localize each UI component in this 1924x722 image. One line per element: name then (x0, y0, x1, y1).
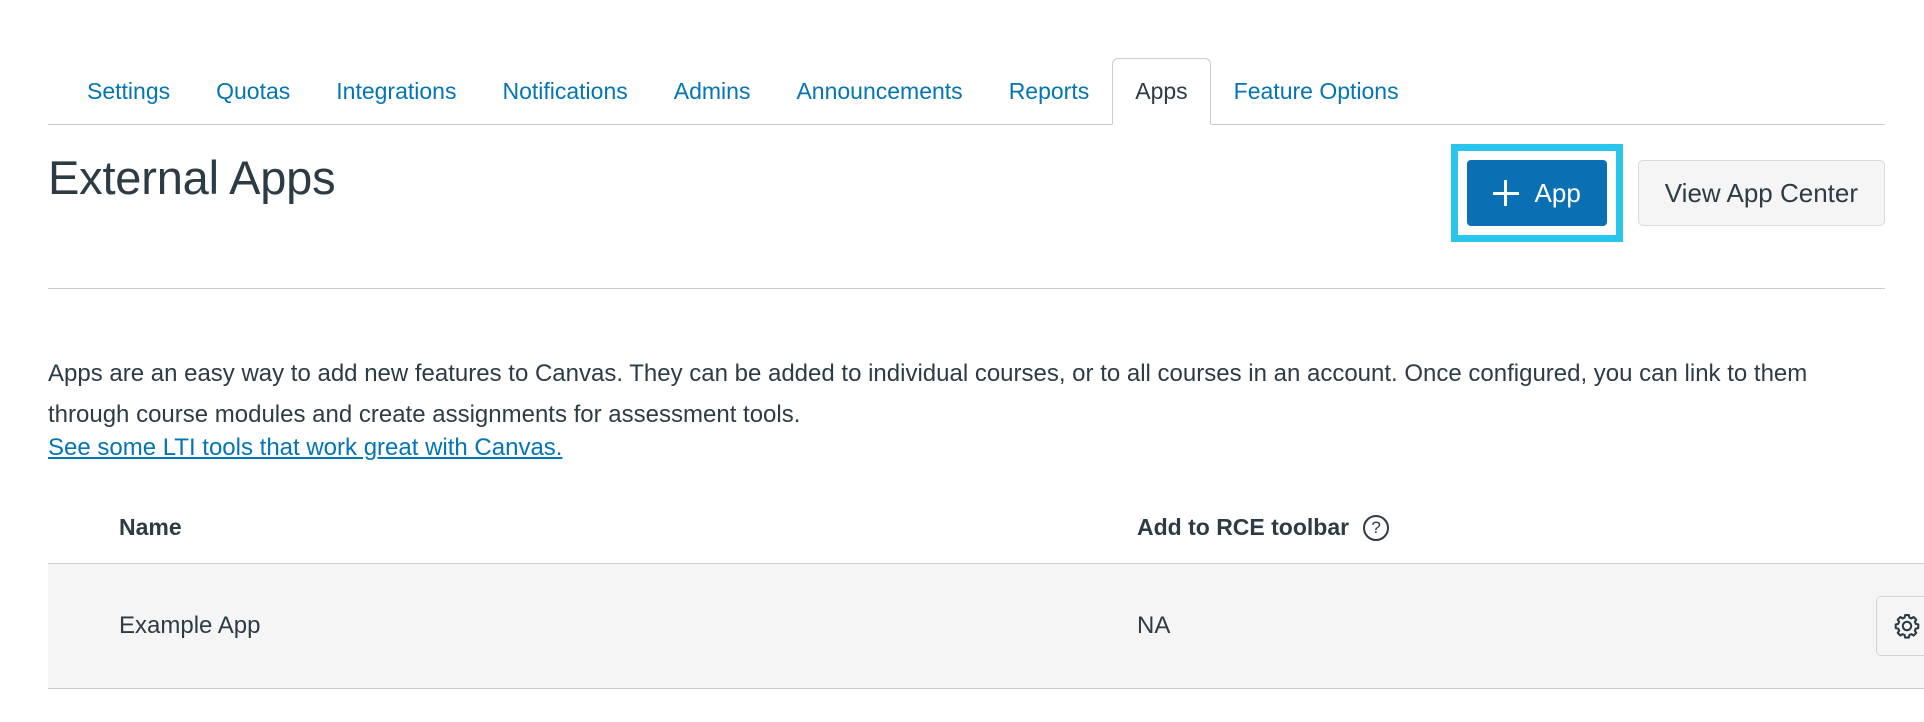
plus-icon (1492, 180, 1519, 206)
apps-description: Apps are an easy way to add new features… (48, 360, 1808, 428)
tab-settings[interactable]: Settings (64, 58, 193, 124)
add-app-highlight-annotation: App (1450, 144, 1623, 242)
add-app-button-label: App (1534, 178, 1581, 208)
tab-notifications[interactable]: Notifications (479, 58, 650, 124)
page-header: External Apps App View App Center (48, 144, 1885, 242)
tab-label: Quotas (216, 78, 291, 104)
tab-label: Admins (673, 78, 751, 104)
tab-label: Feature Options (1233, 78, 1399, 104)
cell-app-name: Example App (48, 563, 1119, 689)
tab-integrations[interactable]: Integrations (313, 58, 479, 124)
tab-label: Reports (1008, 78, 1090, 104)
tab-label: Settings (87, 78, 171, 104)
table-header-row: Name Add to RCE toolbar ? (48, 500, 1924, 564)
lti-tools-link[interactable]: See some LTI tools that work great with … (48, 434, 562, 462)
view-app-center-button[interactable]: View App Center (1637, 160, 1885, 226)
tab-list: Settings Quotas Integrations Notificatio… (48, 58, 1885, 125)
help-circle-icon[interactable]: ? (1363, 514, 1390, 541)
table-row: Example App NA (48, 563, 1924, 689)
tab-feature-options[interactable]: Feature Options (1211, 58, 1422, 124)
page-title: External Apps (48, 151, 336, 204)
tab-admins[interactable]: Admins (651, 58, 774, 124)
header-divider (48, 288, 1885, 289)
column-header-name: Name (48, 500, 1119, 564)
account-settings-tabbar: Settings Quotas Integrations Notificatio… (48, 58, 1885, 125)
tab-announcements[interactable]: Announcements (773, 58, 985, 124)
tab-reports[interactable]: Reports (986, 58, 1113, 124)
tab-label: Apps (1135, 78, 1188, 104)
app-settings-menu-button[interactable] (1876, 596, 1924, 656)
column-header-rce-label: Add to RCE toolbar (1137, 514, 1350, 540)
tab-quotas[interactable]: Quotas (193, 58, 313, 124)
view-app-center-label: View App Center (1664, 178, 1858, 208)
column-header-name-label: Name (119, 514, 182, 540)
cell-row-actions (1737, 563, 1924, 689)
tab-label: Notifications (502, 78, 628, 104)
column-header-rce: Add to RCE toolbar ? (1119, 500, 1737, 564)
column-header-rce-inner: Add to RCE toolbar ? (1137, 514, 1390, 541)
gear-icon (1894, 613, 1919, 639)
column-header-actions (1737, 500, 1924, 564)
tab-label: Announcements (796, 78, 963, 104)
cell-rce-value: NA (1119, 563, 1737, 689)
external-apps-table: Name Add to RCE toolbar ? Example App NA (48, 500, 1924, 689)
add-app-button[interactable]: App (1466, 160, 1607, 226)
table-body: Example App NA (48, 563, 1924, 689)
header-actions: App View App Center (1450, 144, 1885, 242)
tab-label: Integrations (336, 78, 457, 104)
help-icon-glyph: ? (1371, 518, 1381, 537)
table-head: Name Add to RCE toolbar ? (48, 500, 1924, 564)
tab-apps[interactable]: Apps (1112, 58, 1211, 125)
